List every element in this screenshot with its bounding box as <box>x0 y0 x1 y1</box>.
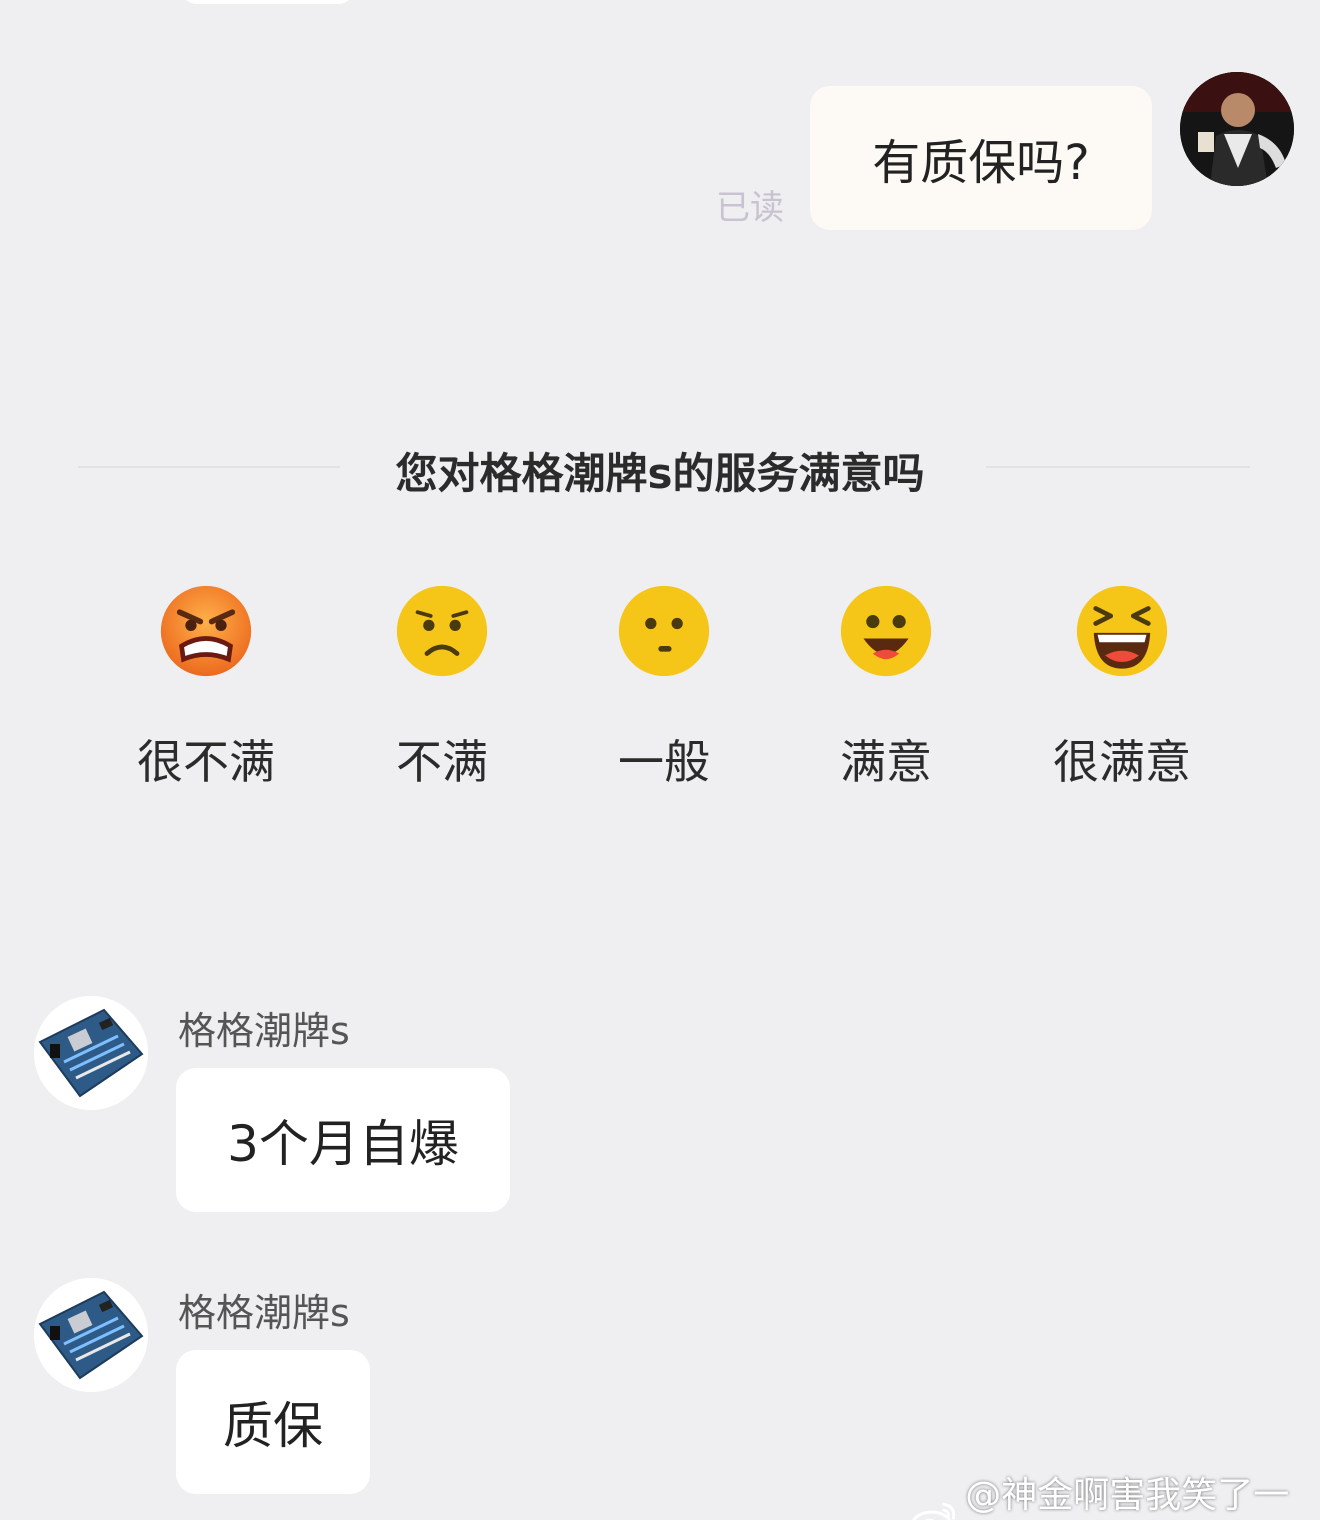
user-avatar[interactable] <box>1180 72 1294 186</box>
rating-option-satisfied[interactable]: 满意 <box>776 584 996 792</box>
sender-name: 格格潮牌s <box>178 1291 350 1335</box>
sender-name: 格格潮牌s <box>178 1009 350 1053</box>
rating-option-very-dissatisfied[interactable]: 很不满 <box>96 584 316 792</box>
seller-avatar[interactable] <box>34 996 148 1110</box>
frown-emoji-icon <box>396 585 488 677</box>
outgoing-message-bubble[interactable]: 有质保吗? <box>810 86 1152 230</box>
rating-option-neutral[interactable]: 一般 <box>554 584 774 792</box>
rating-option-dissatisfied[interactable]: 不满 <box>332 584 552 792</box>
outgoing-message-text: 有质保吗? <box>872 135 1090 191</box>
motherboard-image <box>34 996 148 1110</box>
previous-message-bubble <box>180 0 355 4</box>
read-status-label: 已读 <box>716 188 784 228</box>
seller-avatar[interactable] <box>34 1278 148 1392</box>
incoming-message-text: 3个月自爆 <box>227 1115 459 1173</box>
incoming-message-bubble[interactable]: 质保 <box>176 1350 370 1494</box>
weibo-logo-icon <box>912 1502 956 1520</box>
incoming-message-text: 质保 <box>223 1397 323 1455</box>
smile-emoji-icon <box>840 585 932 677</box>
rating-label-very-satisfied: 很满意 <box>1053 735 1191 789</box>
incoming-message-bubble[interactable]: 3个月自爆 <box>176 1068 510 1212</box>
watermark: @神金啊害我笑了一下 <box>910 1466 1320 1520</box>
laughing-emoji-icon <box>1076 585 1168 677</box>
furious-emoji-icon <box>160 585 252 677</box>
neutral-emoji-icon <box>618 585 710 677</box>
rating-label-dissatisfied: 不满 <box>396 735 488 789</box>
rating-option-very-satisfied[interactable]: 很满意 <box>1012 584 1232 792</box>
survey-title: 您对格格潮牌s的服务满意吗 <box>395 449 925 498</box>
rating-label-very-dissatisfied: 很不满 <box>137 735 275 789</box>
watermark-text: @神金啊害我笑了一下 <box>965 1475 1290 1516</box>
motherboard-image <box>34 1278 148 1392</box>
rating-label-satisfied: 满意 <box>840 735 932 789</box>
rating-label-neutral: 一般 <box>618 735 710 789</box>
